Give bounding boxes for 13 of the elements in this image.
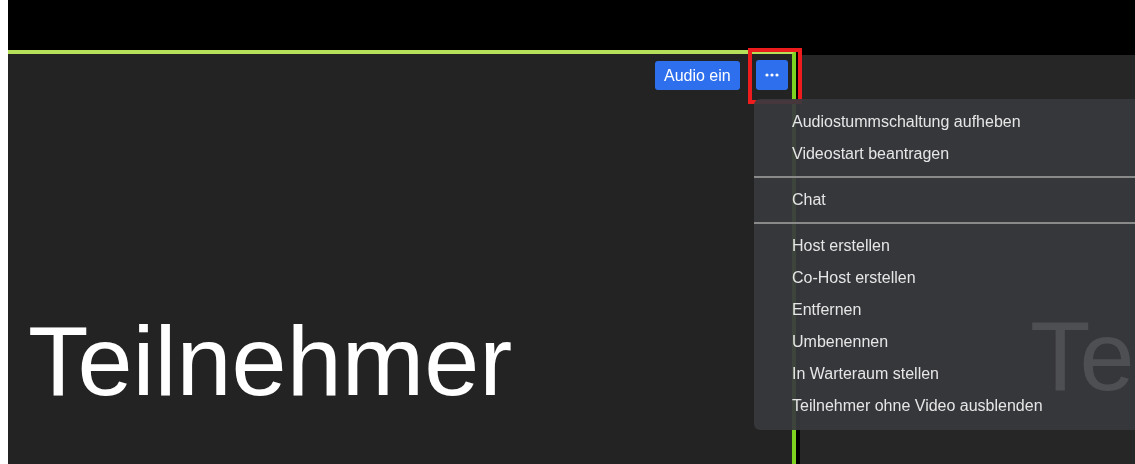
menu-item[interactable]: Chat: [754, 184, 1135, 216]
menu-item[interactable]: Teilnehmer ohne Video ausblenden: [754, 390, 1135, 422]
menu-item[interactable]: Co-Host erstellen: [754, 262, 1135, 294]
menu-item[interactable]: In Warteraum stellen: [754, 358, 1135, 390]
menu-item[interactable]: Videostart beantragen: [754, 138, 1135, 170]
menu-item[interactable]: Umbenennen: [754, 326, 1135, 358]
audio-button[interactable]: Audio ein: [655, 61, 740, 90]
menu-item[interactable]: Entfernen: [754, 294, 1135, 326]
more-button[interactable]: [756, 60, 788, 90]
participant-name: Teilnehmer: [28, 311, 513, 410]
menu-item[interactable]: Host erstellen: [754, 230, 1135, 262]
more-icon: [765, 73, 779, 77]
menu-item[interactable]: Audiostummschaltung aufheben: [754, 106, 1135, 138]
